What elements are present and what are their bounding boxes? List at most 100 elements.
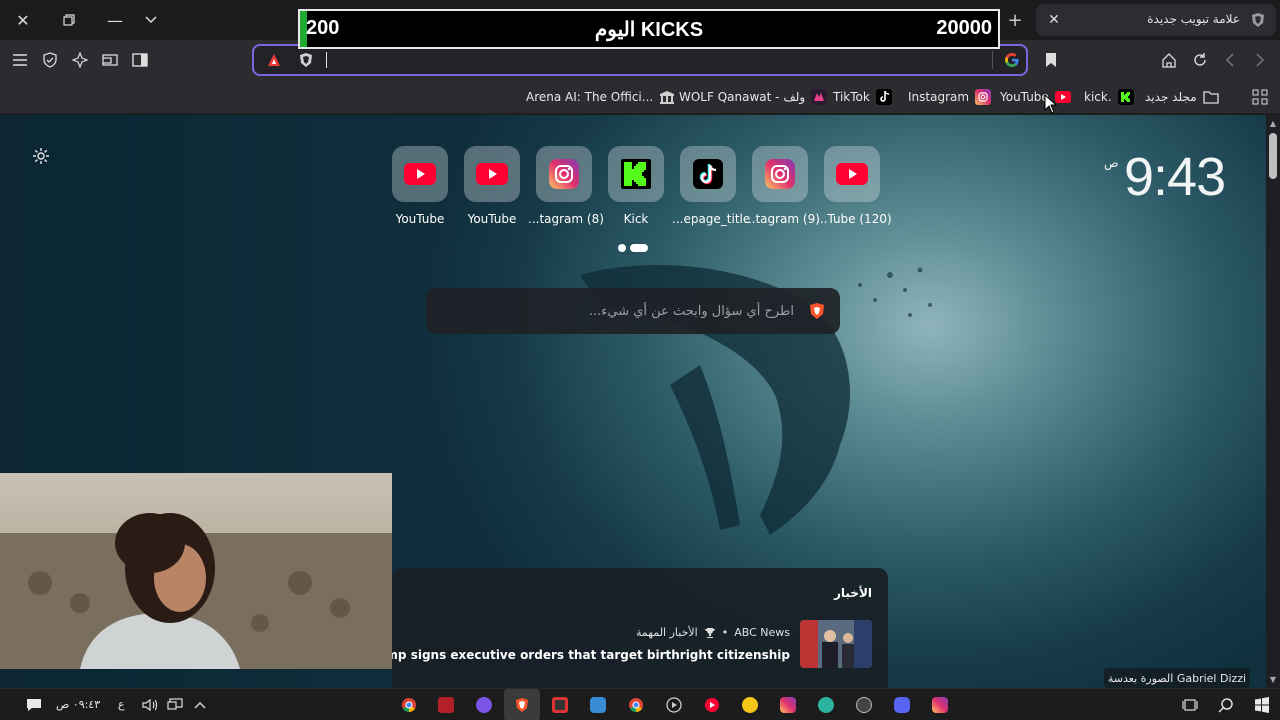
sidebar-icon[interactable] <box>129 49 151 71</box>
new-tab-button[interactable]: + <box>1004 8 1026 32</box>
home-icon[interactable] <box>1158 49 1180 71</box>
search-icon[interactable] <box>1216 695 1236 715</box>
instagram-icon[interactable] <box>930 695 950 715</box>
close-window-icon[interactable]: ✕ <box>8 6 38 34</box>
vpn-shield-icon[interactable] <box>39 49 61 71</box>
active-tab[interactable]: ✕ علامة تبويب جديدة <box>1036 4 1276 36</box>
kick-icon <box>1117 89 1134 105</box>
webcam-person-image <box>0 513 392 669</box>
bookmark-wolf[interactable]: WOLF Qanawat - ولف <box>679 87 828 107</box>
scroll-thumb[interactable] <box>1269 133 1277 179</box>
brave-shield-icon <box>1252 13 1264 27</box>
app-icon[interactable] <box>816 695 836 715</box>
chrome-icon[interactable] <box>399 695 419 715</box>
scroll-up-icon[interactable]: ▲ <box>1269 119 1277 128</box>
bookmark-tiktok[interactable]: TikTok <box>833 87 892 107</box>
trophy-icon <box>704 627 715 638</box>
instagram-icon <box>536 146 592 202</box>
tab-close-icon[interactable]: ✕ <box>1044 10 1064 30</box>
top-site-tile[interactable]: ...tagram (9) <box>744 146 820 226</box>
discord-icon[interactable] <box>892 695 912 715</box>
volume-icon[interactable] <box>140 695 160 715</box>
top-site-label: ...tagram (8) <box>528 212 604 226</box>
app-icon[interactable] <box>474 695 494 715</box>
top-site-tile[interactable]: ...Tube (120) <box>816 146 892 226</box>
tab-search-chevron-icon[interactable] <box>136 6 166 34</box>
address-input[interactable] <box>326 50 986 70</box>
top-site-tile[interactable]: ...epage_title <box>672 146 751 226</box>
app-icon[interactable] <box>740 695 760 715</box>
bookmark-label: مجلد جديد <box>1145 90 1197 104</box>
meta-dot: • <box>721 626 729 639</box>
instagram-icon[interactable] <box>778 695 798 715</box>
menu-icon[interactable] <box>9 49 31 71</box>
minimize-window-icon[interactable]: — <box>100 6 130 34</box>
taskbar-time[interactable]: ٠٩:٤٣ ص <box>56 698 100 711</box>
top-site-label: YouTube <box>395 212 445 226</box>
youtube-icon <box>824 146 880 202</box>
media-player-icon[interactable] <box>664 695 684 715</box>
news-category: الأخبار المهمة <box>636 626 698 639</box>
page-scrollbar[interactable]: ▲ ▼ <box>1266 115 1280 688</box>
notification-icon[interactable] <box>24 695 44 715</box>
bookmark-youtube[interactable]: YouTube <box>1000 87 1071 107</box>
text-caret <box>326 52 327 68</box>
network-icon[interactable] <box>165 695 185 715</box>
obs-app-icon[interactable] <box>436 695 456 715</box>
forward-icon[interactable] <box>1219 49 1241 71</box>
news-meta: ABC News • الأخبار المهمة <box>636 626 790 639</box>
top-site-label: ...Tube (120) <box>816 212 892 226</box>
pager-dot[interactable] <box>618 244 626 252</box>
top-site-tile[interactable]: Kick <box>600 146 672 226</box>
capcut-icon[interactable] <box>550 695 570 715</box>
youtube-music-icon[interactable] <box>702 695 722 715</box>
brave-taskbar-icon[interactable] <box>512 695 532 715</box>
restore-window-icon[interactable] <box>54 6 84 34</box>
wallet-icon[interactable] <box>99 49 121 71</box>
photo-credit[interactable]: الصورة بعدسة Gabriel Dizzi <box>1104 668 1250 688</box>
search-box[interactable]: اطرح أي سؤال وابحث عن أي شيء... <box>426 288 840 334</box>
show-hidden-icons-chevron[interactable] <box>190 695 210 715</box>
bookmark-label: Instagram <box>908 90 970 104</box>
top-site-tile[interactable]: YouTube <box>384 146 456 226</box>
search-placeholder: اطرح أي سؤال وابحث عن أي شيء... <box>588 304 794 319</box>
input-language[interactable]: ع <box>118 698 125 711</box>
bookmark-instagram[interactable]: Instagram <box>908 87 992 107</box>
leo-ai-icon[interactable] <box>69 49 91 71</box>
apps-grid-icon[interactable] <box>1252 87 1268 107</box>
news-headline[interactable]: Trump signs executive orders that target… <box>364 648 790 662</box>
pager-dot-active[interactable] <box>630 244 648 252</box>
task-view-icon[interactable] <box>1180 695 1200 715</box>
google-search-icon[interactable] <box>1004 52 1020 68</box>
scroll-down-icon[interactable]: ▼ <box>1269 675 1277 684</box>
bookmark-folder[interactable]: مجلد جديد <box>1145 87 1219 107</box>
bookmark-kick[interactable]: kick. <box>1084 87 1134 107</box>
youtube-icon <box>464 146 520 202</box>
top-sites-pager <box>618 244 648 252</box>
bookmark-label: kick. <box>1084 90 1112 104</box>
bookmark-label: WOLF Qanawat - ولف <box>679 90 806 104</box>
top-site-label: YouTube <box>467 212 517 226</box>
windows-start-icon[interactable] <box>1252 695 1272 715</box>
news-card[interactable]: الأخبار ABC News • الأخبار المهمة Trump … <box>364 568 888 688</box>
brave-lion-icon[interactable] <box>298 52 314 68</box>
kick-icon <box>608 146 664 202</box>
chrome-icon[interactable] <box>626 695 646 715</box>
taskbar: ٠٩:٤٣ ص ع <box>0 688 1280 720</box>
top-site-label: Kick <box>623 212 649 226</box>
brave-rewards-icon[interactable] <box>266 52 282 68</box>
app-icon[interactable] <box>588 695 608 715</box>
top-site-tile[interactable]: YouTube <box>456 146 528 226</box>
top-site-tile[interactable]: ...tagram (8) <box>528 146 604 226</box>
bookmark-arena[interactable]: Arena AI: The Offici... <box>526 87 675 107</box>
reload-icon[interactable] <box>1189 49 1211 71</box>
bookmark-icon[interactable] <box>1040 49 1062 71</box>
top-site-label: ...epage_title <box>672 212 751 226</box>
brave-search-icon <box>810 303 824 319</box>
goal-target: 20000 <box>936 17 992 39</box>
news-thumbnail[interactable] <box>800 620 872 668</box>
back-icon[interactable] <box>1249 49 1271 71</box>
customize-settings-icon[interactable] <box>32 147 50 165</box>
address-separator <box>992 51 993 69</box>
app-icon[interactable] <box>854 695 874 715</box>
